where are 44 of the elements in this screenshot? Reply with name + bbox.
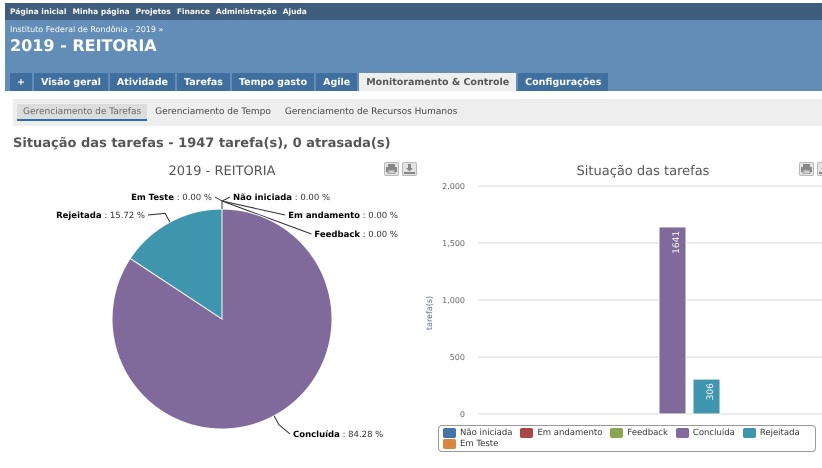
- legend-label[interactable]: Rejeitada: [760, 428, 800, 438]
- download-button[interactable]: [402, 162, 417, 176]
- tab[interactable]: Configurações: [518, 73, 608, 91]
- chart-title: 2019 - REITORIA: [168, 164, 276, 179]
- chart-title: Situação das tarefas: [576, 164, 710, 179]
- subtab[interactable]: Gerenciamento de Tempo: [149, 104, 277, 121]
- subtab[interactable]: Gerenciamento de Tarefas: [17, 104, 148, 121]
- axis-tick-label: 2,000: [442, 182, 465, 191]
- tab[interactable]: Agile: [316, 73, 358, 91]
- subtab[interactable]: Gerenciamento de Recursos Humanos: [278, 104, 464, 121]
- axis-tick-label: 1,000: [442, 296, 465, 305]
- tab[interactable]: Atividade: [110, 73, 175, 91]
- data-label: 1641: [672, 230, 682, 254]
- breadcrumb-link[interactable]: Instituto Federal de Rondônia - 2019 »: [10, 25, 822, 34]
- legend-label[interactable]: Em Teste: [460, 439, 498, 449]
- tab[interactable]: +: [10, 73, 32, 91]
- axis-tick-label: 0: [460, 410, 465, 419]
- axis-label: tarefa(s): [425, 296, 434, 330]
- data-label: 306: [706, 383, 716, 400]
- legend-label[interactable]: Não iniciada: [460, 428, 512, 438]
- data-label: Rejeitada : 15.72 %: [56, 211, 145, 221]
- project-title: 2019 - REITORIA: [10, 36, 158, 55]
- download-icon: [404, 164, 415, 174]
- print-button[interactable]: [799, 162, 814, 176]
- leader-line: [148, 212, 170, 223]
- axis-tick-label: 500: [450, 353, 465, 362]
- data-label: Em Teste : 0.00 %: [131, 193, 212, 203]
- tab[interactable]: Tarefas: [176, 73, 230, 91]
- legend-label[interactable]: Concluída: [692, 428, 735, 438]
- print-button[interactable]: [384, 162, 399, 176]
- data-label: Não iniciada : 0.00 %: [233, 193, 330, 203]
- printer-icon: [386, 164, 397, 174]
- axis-tick-label: 1,500: [442, 239, 465, 248]
- data-label: Em andamento : 0.00 %: [288, 211, 398, 221]
- legend-label[interactable]: Em andamento: [537, 428, 602, 438]
- legend-label[interactable]: Feedback: [627, 428, 668, 438]
- tab[interactable]: Monitoramento & Controle: [359, 73, 516, 91]
- tab[interactable]: Visão geral: [34, 73, 108, 91]
- page-heading: Situação das tarefas - 1947 tarefa(s), 0 atrasada(s): [13, 136, 392, 151]
- data-label: Concluída : 84.28 %: [293, 430, 384, 440]
- tab[interactable]: Tempo gasto: [232, 73, 314, 91]
- data-label: Feedback : 0.00 %: [314, 230, 398, 240]
- leader-line: [274, 415, 290, 434]
- printer-icon: [801, 164, 812, 174]
